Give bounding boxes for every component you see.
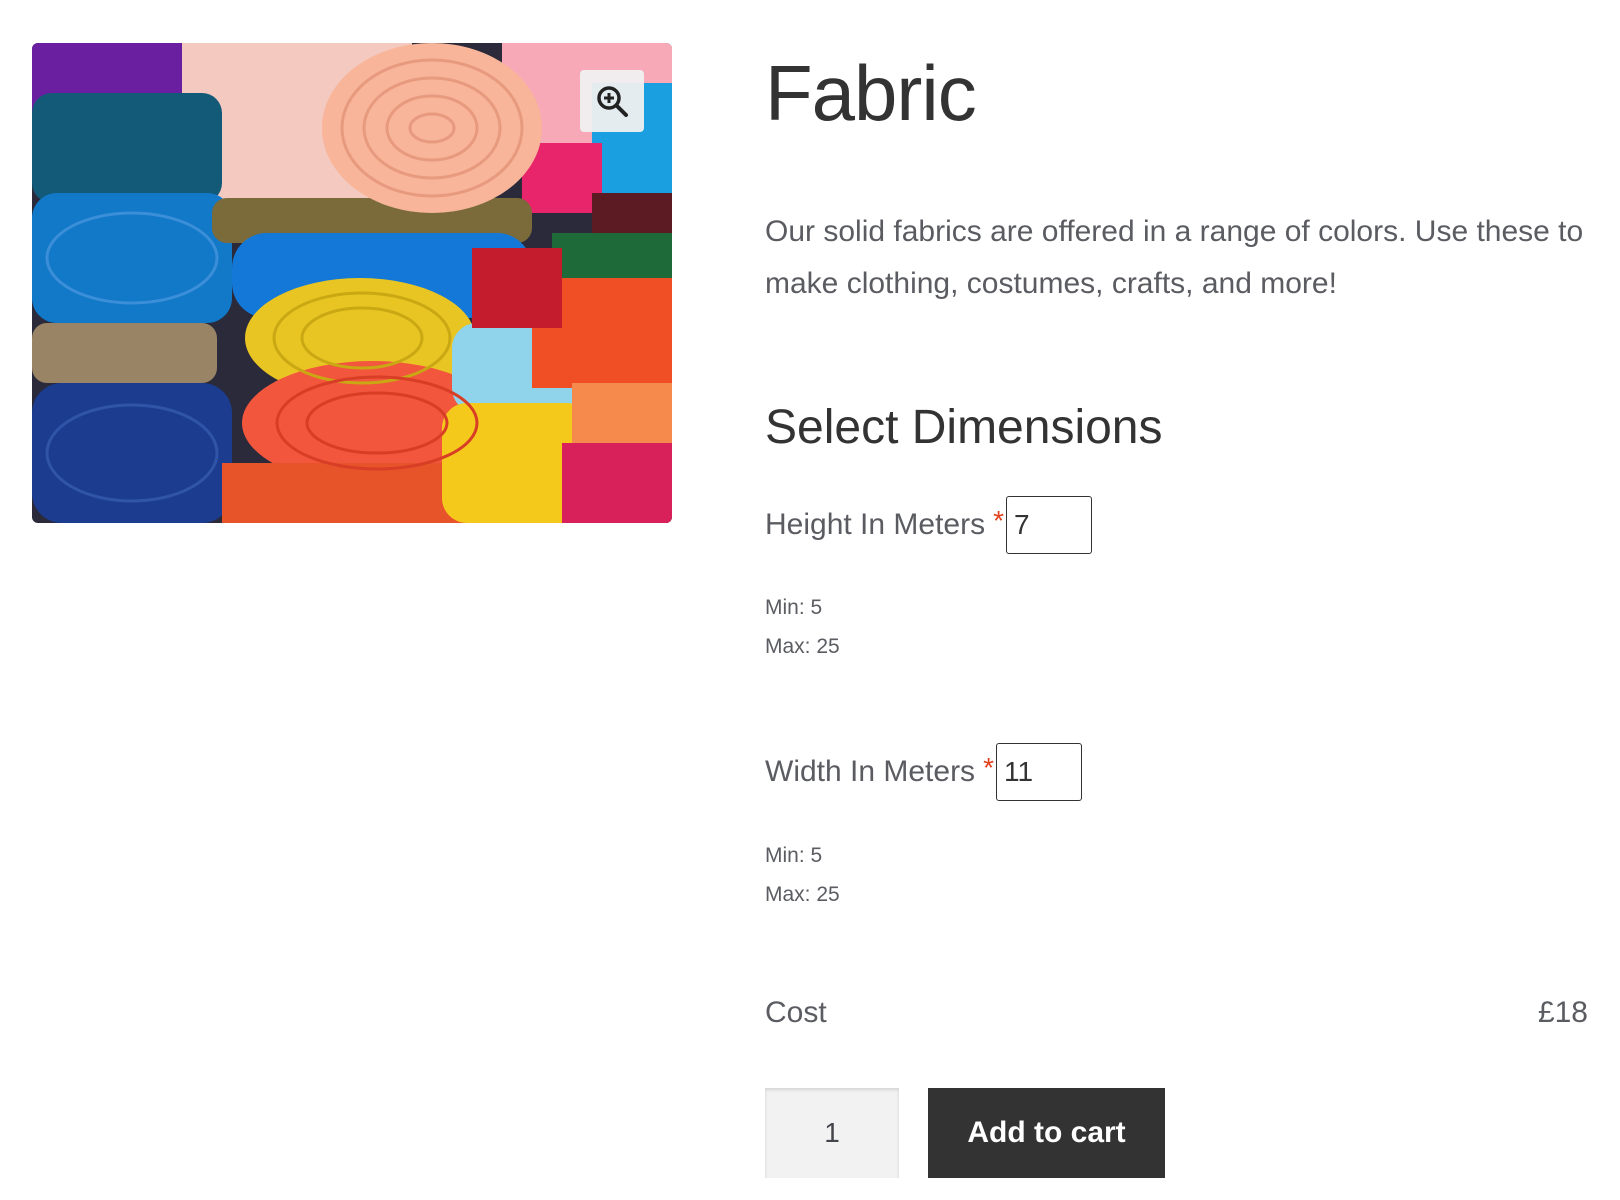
height-max-text: Max: 25 — [765, 635, 840, 658]
add-to-cart-button[interactable]: Add to cart — [928, 1088, 1165, 1178]
fabric-rolls-photo — [32, 43, 672, 523]
cost-row: Cost £18 — [765, 996, 1588, 1030]
width-label: Width In Meters — [765, 755, 976, 788]
cost-value: £18 — [1537, 996, 1588, 1029]
height-input[interactable] — [1006, 496, 1092, 554]
height-label: Height In Meters — [765, 508, 986, 541]
height-required-mark: * — [993, 505, 1004, 536]
product-description: Our solid fabrics are offered in a range… — [765, 215, 1584, 300]
zoom-button[interactable] — [580, 70, 644, 132]
height-field-row: Height In Meters * — [765, 496, 1092, 554]
product-title: Fabric — [765, 49, 977, 137]
zoom-in-icon — [597, 86, 628, 117]
width-max-text: Max: 25 — [765, 883, 840, 906]
width-required-mark: * — [983, 752, 994, 783]
width-input[interactable] — [995, 743, 1082, 801]
width-field-row: Width In Meters * — [765, 743, 1082, 801]
width-min-text: Min: 5 — [765, 844, 823, 867]
height-min-text: Min: 5 — [765, 596, 823, 619]
dimensions-heading: Select Dimensions — [765, 401, 1163, 454]
cost-label: Cost — [765, 996, 827, 1029]
quantity-input[interactable] — [765, 1088, 899, 1178]
product-image[interactable] — [32, 43, 672, 523]
